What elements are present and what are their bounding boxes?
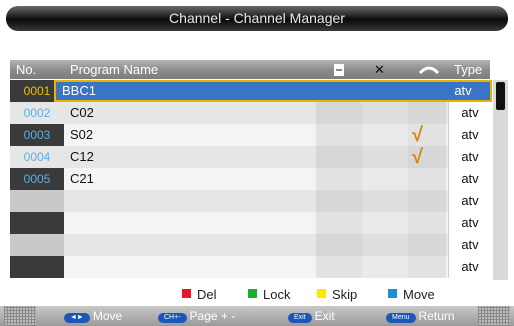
delete-cell [362, 234, 408, 256]
legend-lock: Lock [248, 287, 290, 302]
channel-number [10, 190, 64, 212]
program-name: S02 [70, 127, 94, 142]
channel-type: atv [448, 256, 491, 278]
right-grille [478, 306, 510, 326]
channel-number: 0002 [10, 102, 64, 124]
delete-icon: ✕ [374, 62, 385, 77]
table-row[interactable]: atv [10, 234, 491, 256]
arrow-keys-icon: ◄► [64, 313, 90, 323]
scrollbar[interactable] [493, 80, 508, 280]
lock-cell [316, 168, 362, 190]
header-type: Type [454, 62, 483, 77]
delete-cell [362, 146, 408, 168]
delete-cell [362, 256, 408, 278]
color-key-legend: Del Lock Skip Move [0, 287, 514, 303]
lock-cell [316, 212, 362, 234]
footer-exit-label: Exit [314, 309, 335, 323]
header-no: No. [16, 62, 37, 77]
table-header: No. Program Name ✕ Type [10, 60, 490, 79]
lock-cell [316, 146, 362, 168]
table-row[interactable]: atv [10, 212, 491, 234]
legend-skip: Skip [317, 287, 357, 302]
table-row[interactable]: 0004 C12 √ atv [10, 146, 491, 168]
channel-number: 0005 [10, 168, 64, 190]
skip-cell [408, 256, 446, 278]
legend-lock-label: Lock [263, 287, 291, 302]
lock-icon [332, 60, 346, 79]
channel-type: atv [448, 146, 491, 168]
legend-move-label: Move [403, 287, 435, 302]
table-row[interactable]: atv [10, 256, 491, 278]
table-row[interactable]: 0005 C21 atv [10, 168, 491, 190]
legend-skip-label: Skip [332, 287, 358, 302]
delete-cell [362, 212, 408, 234]
selected-row-highlight[interactable]: BBC1 atv [54, 80, 492, 102]
channel-number [10, 256, 64, 278]
delete-cell [362, 124, 408, 146]
header-program-name: Program Name [70, 62, 159, 77]
skip-cell [408, 190, 446, 212]
delete-cell [362, 190, 408, 212]
red-key-icon [182, 289, 191, 298]
skip-cell [408, 168, 446, 190]
page-title: Channel - Channel Manager [169, 10, 345, 26]
channel-type: atv [454, 83, 472, 98]
left-grille [4, 306, 36, 326]
channel-type: atv [448, 212, 491, 234]
footer-move: ◄► Move [64, 308, 122, 324]
delete-cell [362, 102, 408, 124]
legend-move: Move [388, 287, 435, 302]
exit-key-icon: Exit [288, 313, 312, 323]
green-key-icon [248, 289, 257, 298]
channel-type: atv [448, 168, 491, 190]
table-row[interactable]: 0002 C02 atv [10, 102, 491, 124]
ch-key-icon: CH+- [158, 313, 187, 323]
skip-cell [408, 212, 446, 234]
channel-type: atv [448, 234, 491, 256]
program-name: C21 [70, 171, 94, 186]
yellow-key-icon [317, 289, 326, 298]
program-name: BBC1 [62, 83, 96, 98]
channel-number [10, 234, 64, 256]
table-row[interactable]: atv [10, 190, 491, 212]
skip-cell: √ [408, 124, 446, 146]
legend-del: Del [182, 287, 217, 302]
channel-type: atv [448, 124, 491, 146]
skip-check-icon: √ [412, 146, 423, 168]
footer-bar: ◄► Move CH+- Page + - Exit Exit Menu Return [0, 306, 514, 326]
footer-return-label: Return [418, 309, 455, 323]
channel-number [10, 212, 64, 234]
lock-cell [316, 102, 362, 124]
channel-type: atv [448, 102, 491, 124]
title-bar: Channel - Channel Manager [6, 6, 508, 31]
lock-cell [316, 234, 362, 256]
lock-cell [316, 256, 362, 278]
lock-cell [316, 190, 362, 212]
skip-check-icon: √ [412, 124, 423, 146]
footer-return: Menu Return [386, 308, 455, 324]
channel-number: 0004 [10, 146, 64, 168]
footer-exit: Exit Exit [288, 308, 335, 324]
skip-cell [408, 102, 446, 124]
delete-cell [362, 168, 408, 190]
program-name: C12 [70, 149, 94, 164]
program-name: C02 [70, 105, 94, 120]
skip-cell [408, 234, 446, 256]
menu-key-icon: Menu [386, 313, 416, 323]
skip-cell: √ [408, 146, 446, 168]
lock-cell [316, 124, 362, 146]
scrollbar-thumb[interactable] [496, 82, 505, 110]
table-row[interactable]: 0003 S02 √ atv [10, 124, 491, 146]
channel-number: 0003 [10, 124, 64, 146]
skip-icon [418, 60, 440, 79]
footer-page: CH+- Page + - [158, 308, 235, 324]
footer-move-label: Move [92, 309, 123, 323]
blue-key-icon [388, 289, 397, 298]
footer-page-label: Page + - [189, 309, 236, 323]
channel-type: atv [448, 190, 491, 212]
legend-del-label: Del [197, 287, 217, 302]
